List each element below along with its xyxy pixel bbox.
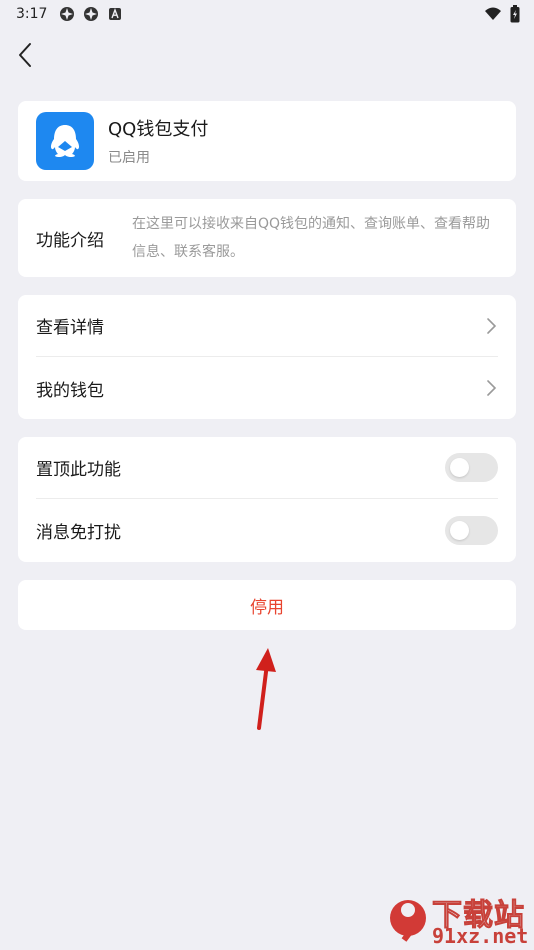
chevron-right-icon [487,317,497,334]
pin-feature-row: 置顶此功能 [36,437,498,499]
annotation-arrow-icon [256,648,276,730]
app-notification-icon [84,7,99,21]
do-not-disturb-label: 消息免打扰 [36,522,121,543]
chevron-left-icon [19,43,31,67]
app-texts: QQ钱包支付 已启用 [108,115,208,167]
intro-text: 在这里可以接收来自QQ钱包的通知、查询账单、查看帮助信息、联系客服。 [132,216,491,260]
a-badge-icon [109,8,122,20]
watermark-en: 91xz.net [432,924,529,948]
battery-icon [510,5,520,23]
pin-feature-toggle[interactable] [445,453,498,482]
app-name: QQ钱包支付 [108,119,209,140]
chevron-right-icon [487,380,497,396]
wifi-icon [485,7,501,20]
toggle-knob [450,458,469,477]
status-right [476,5,520,23]
app-info-card: QQ钱包支付 已启用 [18,101,516,181]
my-wallet-label: 我的钱包 [36,380,104,401]
feature-intro-card: 功能介绍 在这里可以接收来自QQ钱包的通知、查询账单、查看帮助信息、联系客服。 [18,199,516,277]
status-time: 3:17 [16,6,48,22]
view-details-row[interactable]: 查看详情 [36,295,498,357]
status-bar: 3:17 [0,0,534,28]
disable-button[interactable]: 停用 [18,580,516,630]
toggle-list-card: 置顶此功能 消息免打扰 [18,437,516,562]
back-button[interactable] [10,40,40,70]
link-list-card: 查看详情 我的钱包 [18,295,516,419]
my-wallet-row[interactable]: 我的钱包 [36,357,498,419]
app-status: 已启用 [108,150,150,166]
view-details-label: 查看详情 [36,318,104,338]
intro-label: 功能介绍 [36,230,104,251]
app-notification-icon [60,7,75,21]
do-not-disturb-row: 消息免打扰 [36,499,498,561]
toggle-knob [450,520,469,540]
qq-wallet-icon [36,112,94,170]
pin-feature-label: 置顶此功能 [36,460,121,480]
do-not-disturb-toggle[interactable] [445,515,498,545]
